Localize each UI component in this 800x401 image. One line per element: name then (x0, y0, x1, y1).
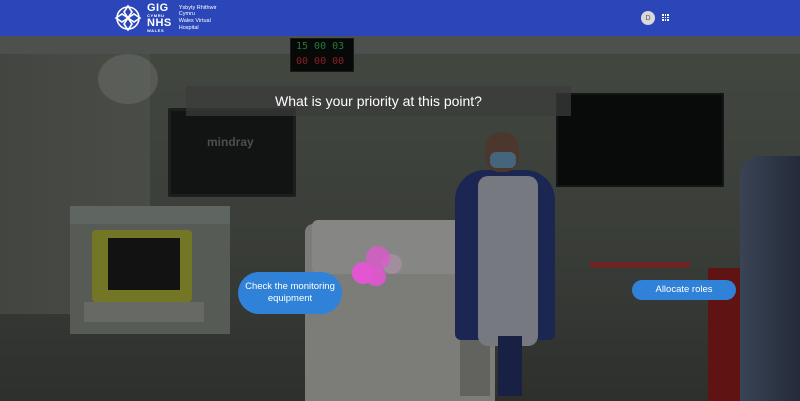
logo-name-line: Wales Virtual (178, 18, 211, 24)
hospital-room-360-view[interactable]: mindray 15 00 03 00 00 00 What is your p… (0, 36, 800, 401)
apps-grid-icon[interactable] (662, 14, 669, 21)
celtic-knot-icon (114, 4, 142, 32)
app-root: GIG CYMRU NHS WALES Ysbyty Rhithwir Cymr… (0, 0, 800, 401)
logo-name-line: Hospital (178, 24, 199, 31)
nhs-wales-logo[interactable]: GIG CYMRU NHS WALES Ysbyty Rhithwir Cymr… (114, 3, 217, 33)
question-prompt: What is your priority at this point? (186, 86, 571, 116)
question-text: What is your priority at this point? (275, 93, 482, 109)
user-avatar[interactable]: D (641, 11, 655, 25)
top-header: GIG CYMRU NHS WALES Ysbyty Rhithwir Cymr… (0, 0, 800, 36)
logo-name-line: Ysbyty Rhithwir (178, 4, 217, 11)
logo-wales: WALES (147, 28, 165, 33)
hotspot-marker-icon[interactable] (352, 246, 406, 290)
logo-name-line: Cymru (178, 11, 195, 18)
logo-abbreviation: GIG CYMRU NHS WALES (147, 3, 172, 33)
logo-hospital-name: Ysbyty Rhithwir Cymru Wales Virtual Hosp… (179, 5, 217, 31)
allocate-roles-button[interactable]: Allocate roles (632, 280, 736, 300)
check-monitoring-equipment-button[interactable]: Check the monitoring equipment (238, 272, 342, 314)
